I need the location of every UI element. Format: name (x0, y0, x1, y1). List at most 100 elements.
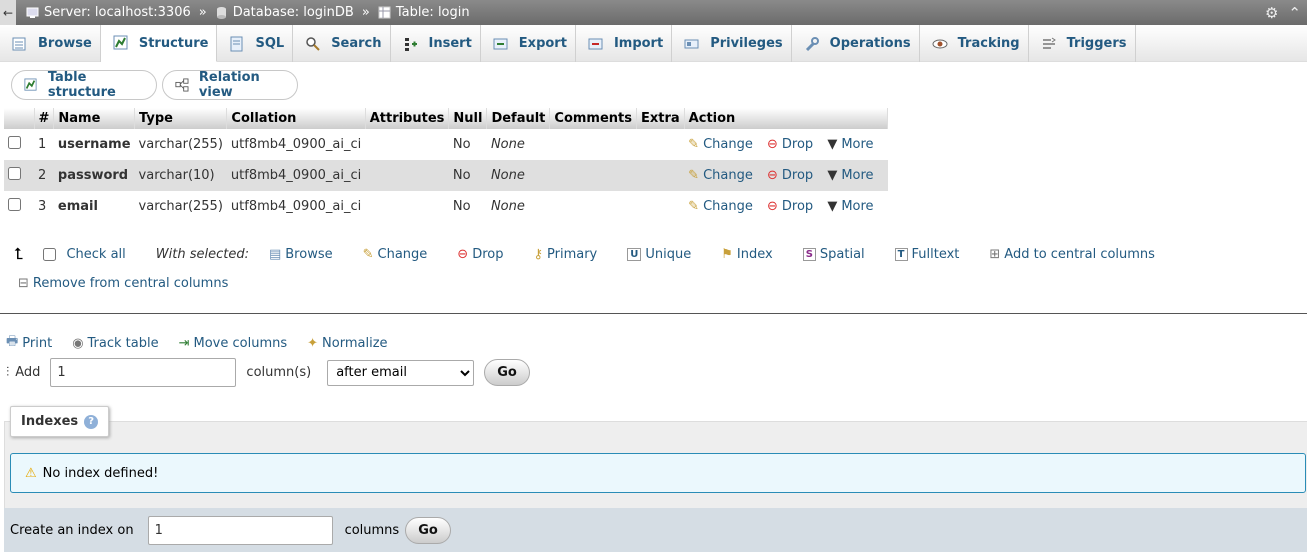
breadcrumb-database[interactable]: Database: loginDB (215, 5, 354, 20)
bulk-change-label: Change (377, 246, 428, 262)
collapse-up-icon[interactable]: ⌃ (1288, 4, 1301, 22)
header-name: Name (53, 108, 136, 129)
bulk-fulltext-button[interactable]: T Fulltext (894, 246, 960, 262)
header-action: Action (684, 108, 889, 129)
relation-icon (175, 78, 189, 92)
cell-comments (549, 129, 637, 160)
column-position-select[interactable]: after email (327, 359, 475, 386)
change-link[interactable]: ✎ Change (688, 137, 753, 152)
change-link[interactable]: ✎ Change (688, 168, 753, 183)
bulk-unique-button[interactable]: U Unique (627, 247, 691, 262)
more-dropdown[interactable]: ▼ More (827, 199, 873, 214)
bulk-change-button[interactable]: ✎ Change (363, 247, 428, 262)
cell-null: No (448, 160, 487, 191)
index-icon: ⚑ (721, 246, 733, 262)
cell-collation: utf8mb4_0900_ai_ci (226, 129, 366, 160)
track-label: Track table (87, 335, 159, 351)
breadcrumb-database-label: Database: loginDB (232, 5, 354, 20)
move-icon: ⇥ (178, 335, 190, 351)
table-row: 3 email varchar(255) utf8mb4_0900_ai_ci … (4, 191, 888, 222)
tab-operations[interactable]: Operations (792, 25, 920, 62)
wrench-icon (805, 36, 819, 51)
collapse-arrow-icon[interactable]: ← (0, 0, 16, 25)
tab-label: Tracking (957, 36, 1020, 51)
unique-icon: U (627, 247, 642, 261)
tab-label: Structure (138, 35, 209, 51)
bulk-drop-label: Drop (472, 246, 504, 262)
move-label: Move columns (193, 335, 288, 351)
insert-icon (404, 37, 417, 51)
header-collation: Collation (226, 108, 366, 129)
track-table-link[interactable]: ◉ Track table (72, 336, 158, 351)
row-checkbox[interactable] (8, 167, 21, 180)
pencil-icon: ✎ (688, 199, 700, 214)
tab-insert[interactable]: Insert (391, 25, 481, 62)
more-dropdown[interactable]: ▼ More (827, 137, 873, 152)
browse-icon (12, 37, 26, 50)
bulk-browse-button[interactable]: ▤ Browse (269, 247, 333, 262)
add-label: Add (15, 365, 41, 380)
bulk-primary-button[interactable]: ⚷ Primary (533, 247, 597, 262)
bulk-index-label: Index (736, 246, 773, 262)
main-tabs: Browse Structure SQL Search Insert Expor… (0, 25, 1307, 62)
tab-tracking[interactable]: Tracking (920, 25, 1029, 62)
print-link[interactable]: 🖶 Print (6, 332, 52, 354)
subtab-label: Relation view (198, 70, 260, 100)
help-icon[interactable]: ? (84, 414, 99, 429)
tab-sql[interactable]: SQL (217, 25, 294, 62)
database-icon (216, 7, 226, 19)
tab-browse[interactable]: Browse (0, 25, 101, 62)
cell-collation: utf8mb4_0900_ai_ci (226, 191, 366, 222)
table-row: 2 password varchar(10) utf8mb4_0900_ai_c… (4, 160, 888, 191)
move-columns-link[interactable]: ⇥ Move columns (179, 336, 288, 351)
tab-triggers[interactable]: Triggers (1029, 25, 1136, 62)
add-columns-form: ⫶ Add column(s) after email Go (6, 358, 530, 387)
subtab-table-structure[interactable]: Table structure (11, 70, 157, 100)
tab-privileges[interactable]: Privileges (672, 25, 792, 62)
no-index-notice: ⚠ No index defined! (10, 453, 1306, 493)
warning-icon: ⚠ (25, 465, 37, 481)
bulk-index-button[interactable]: ⚑ Index (721, 247, 772, 262)
breadcrumb-server-label: Server: localhost:3306 (44, 5, 191, 20)
tab-export[interactable]: Export (481, 25, 576, 62)
add-columns-go-button[interactable]: Go (484, 359, 530, 386)
cell-null: No (448, 191, 487, 222)
more-dropdown[interactable]: ▼ More (827, 168, 873, 183)
bulk-spatial-button[interactable]: S Spatial (802, 247, 865, 262)
change-label: Change (703, 199, 753, 214)
bulk-add-central-button[interactable]: ⊞ Add to central columns (989, 247, 1155, 262)
subtab-relation-view[interactable]: Relation view (162, 70, 298, 100)
tab-import[interactable]: Import (576, 25, 673, 62)
create-index-go-button[interactable]: Go (405, 516, 451, 544)
bulk-drop-button[interactable]: ⊖ Drop (457, 247, 503, 262)
drop-link[interactable]: ⊖ Drop (767, 137, 813, 152)
drop-link[interactable]: ⊖ Drop (767, 168, 813, 183)
gear-icon[interactable]: ⚙ (1265, 4, 1278, 22)
bulk-remove-central-button[interactable]: ⊟ Remove from central columns (18, 276, 228, 291)
create-index-form: Create an index on columns Go (4, 508, 1307, 552)
header-extra: Extra (636, 108, 685, 129)
normalize-link[interactable]: ✦ Normalize (307, 336, 387, 351)
check-all-label[interactable]: Check all (66, 247, 125, 262)
more-label: More (841, 168, 874, 183)
divider (0, 313, 1307, 314)
breadcrumb-table-label: Table: login (395, 5, 470, 20)
add-columns-count-input[interactable] (50, 358, 237, 387)
tab-structure[interactable]: Structure (100, 25, 218, 62)
caret-down-icon: ▼ (827, 137, 838, 152)
table-row: 1 username varchar(255) utf8mb4_0900_ai_… (4, 129, 888, 160)
tab-search[interactable]: Search (293, 25, 391, 62)
cell-action: ✎ Change ⊖ Drop ▼ More (684, 191, 888, 222)
breadcrumb-table[interactable]: Table: login (378, 5, 470, 20)
row-checkbox[interactable] (8, 136, 21, 149)
check-all-checkbox[interactable] (43, 247, 57, 261)
create-index-count-input[interactable] (147, 515, 333, 545)
tab-label: SQL (255, 36, 285, 51)
bulk-fulltext-label: Fulltext (911, 246, 960, 262)
change-link[interactable]: ✎ Change (688, 199, 753, 214)
drop-icon: ⊖ (767, 168, 778, 183)
drop-link[interactable]: ⊖ Drop (767, 199, 813, 214)
breadcrumb-server[interactable]: Server: localhost:3306 (26, 5, 191, 20)
indexes-legend: Indexes ? (10, 406, 110, 437)
row-checkbox[interactable] (8, 198, 21, 211)
